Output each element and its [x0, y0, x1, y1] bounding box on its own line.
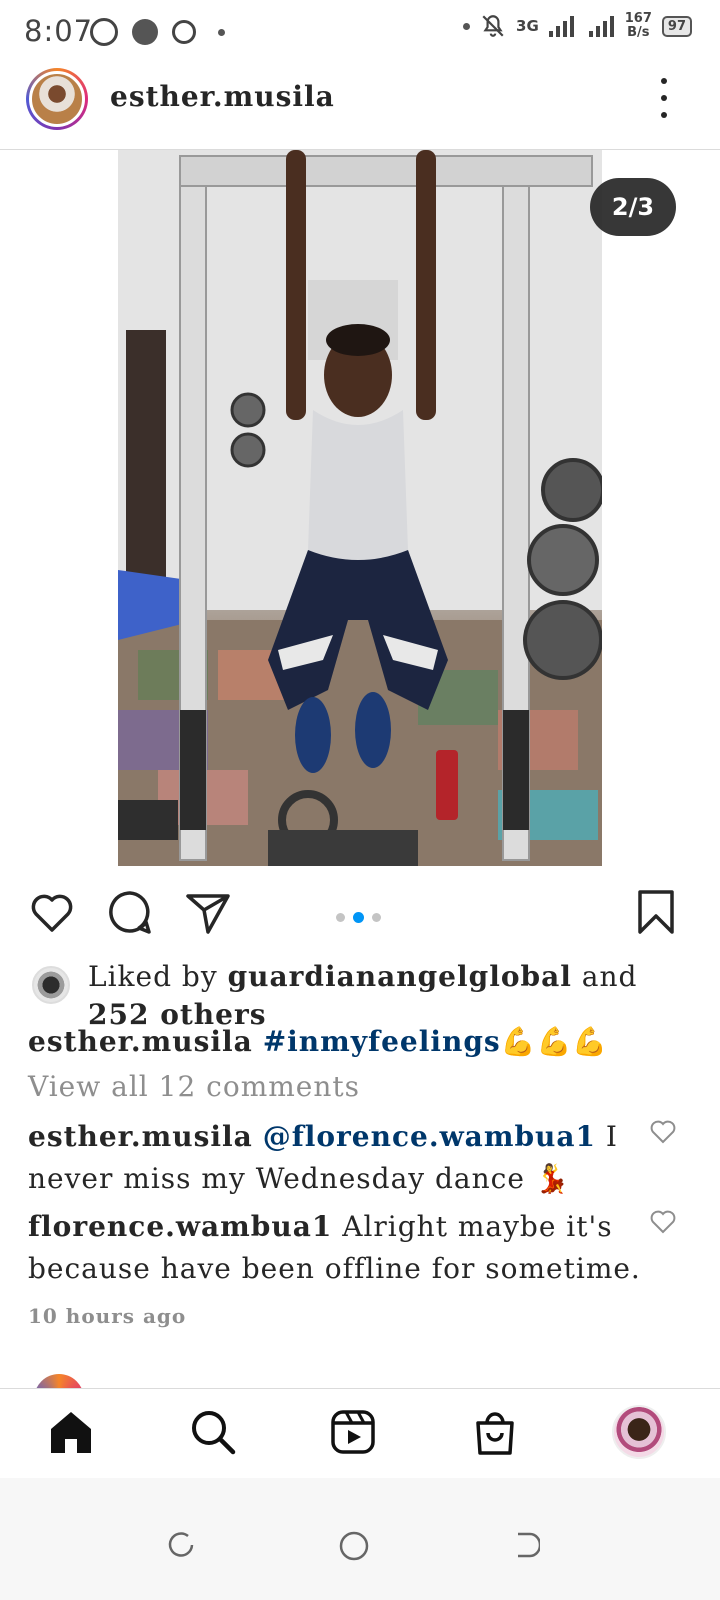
comment-like-heart-icon[interactable]: [650, 1120, 676, 1144]
mute-icon: [482, 15, 504, 37]
avatar-image: [29, 71, 85, 127]
bottom-nav: [0, 1388, 720, 1478]
more-notifications-icon: [218, 29, 225, 36]
post-caption: esther.musila #inmyfeelings💪💪💪: [28, 1022, 608, 1062]
post-header: esther.musila: [0, 64, 720, 150]
recent-apps-icon[interactable]: [166, 1530, 196, 1560]
comment-username[interactable]: esther.musila: [28, 1120, 253, 1153]
status-time: 8:07: [24, 14, 94, 48]
profile-avatar[interactable]: [612, 1405, 666, 1459]
comment-item: florence.wambua1 Alright maybe it's beca…: [28, 1206, 644, 1290]
gym-photo-illustration: [118, 150, 602, 866]
home-button-icon[interactable]: [338, 1530, 370, 1562]
more-vertical-icon[interactable]: [652, 78, 676, 118]
caption-username[interactable]: esther.musila: [28, 1025, 253, 1058]
caption-hashtag[interactable]: #inmyfeelings: [263, 1025, 501, 1058]
notification-dot-icon: [132, 19, 158, 45]
whatsapp-icon: [90, 18, 118, 46]
system-navigation-bar: [0, 1478, 720, 1600]
speed-unit: B/s: [627, 25, 650, 40]
caption-emoji: 💪💪💪: [500, 1025, 609, 1058]
signal-icon: [548, 16, 574, 37]
back-icon[interactable]: [510, 1530, 540, 1560]
slide-counter: 2/3: [590, 178, 676, 236]
comment-item: esther.musila @florence.wambua1 I never …: [28, 1116, 644, 1200]
liker-avatar: [32, 966, 70, 1004]
post-photo[interactable]: [118, 150, 602, 866]
status-bar: 8:07 3G 167 B/s 97: [0, 0, 720, 64]
comment-mention[interactable]: @florence.wambua1: [263, 1120, 596, 1153]
heart-icon[interactable]: [28, 888, 76, 936]
network-type: 3G: [516, 16, 539, 35]
status-indicators: 3G 167 B/s 97: [463, 12, 692, 40]
next-post-avatar: [34, 1374, 84, 1388]
liker-username[interactable]: guardianangelglobal: [228, 960, 572, 993]
comment-username[interactable]: florence.wambua1: [28, 1210, 332, 1243]
home-icon[interactable]: [46, 1407, 96, 1457]
bookmark-icon[interactable]: [632, 888, 680, 936]
comment-like-heart-icon[interactable]: [650, 1210, 676, 1234]
post-media[interactable]: 2/3: [0, 150, 720, 866]
likes-prefix: Liked by: [88, 960, 228, 993]
alarm-icon: [172, 20, 196, 44]
reels-icon[interactable]: [328, 1407, 378, 1457]
battery-icon: 97: [661, 15, 692, 37]
signal-2-icon: [588, 16, 614, 37]
search-icon[interactable]: [188, 1407, 238, 1457]
network-speed: 167 B/s: [625, 12, 652, 40]
status-dot-icon: [463, 22, 471, 30]
carousel-indicator: [336, 912, 381, 923]
speed-value: 167: [624, 11, 652, 26]
send-icon[interactable]: [184, 888, 232, 936]
shop-icon[interactable]: [470, 1407, 520, 1457]
avatar[interactable]: [26, 68, 88, 130]
comment-icon[interactable]: [106, 888, 154, 936]
likes-middle: and: [571, 960, 638, 993]
post-timestamp: 10 hours ago: [28, 1304, 187, 1328]
post-username[interactable]: esther.musila: [110, 80, 335, 113]
view-all-comments-link[interactable]: View all 12 comments: [28, 1070, 360, 1103]
post-actions: [0, 876, 720, 956]
